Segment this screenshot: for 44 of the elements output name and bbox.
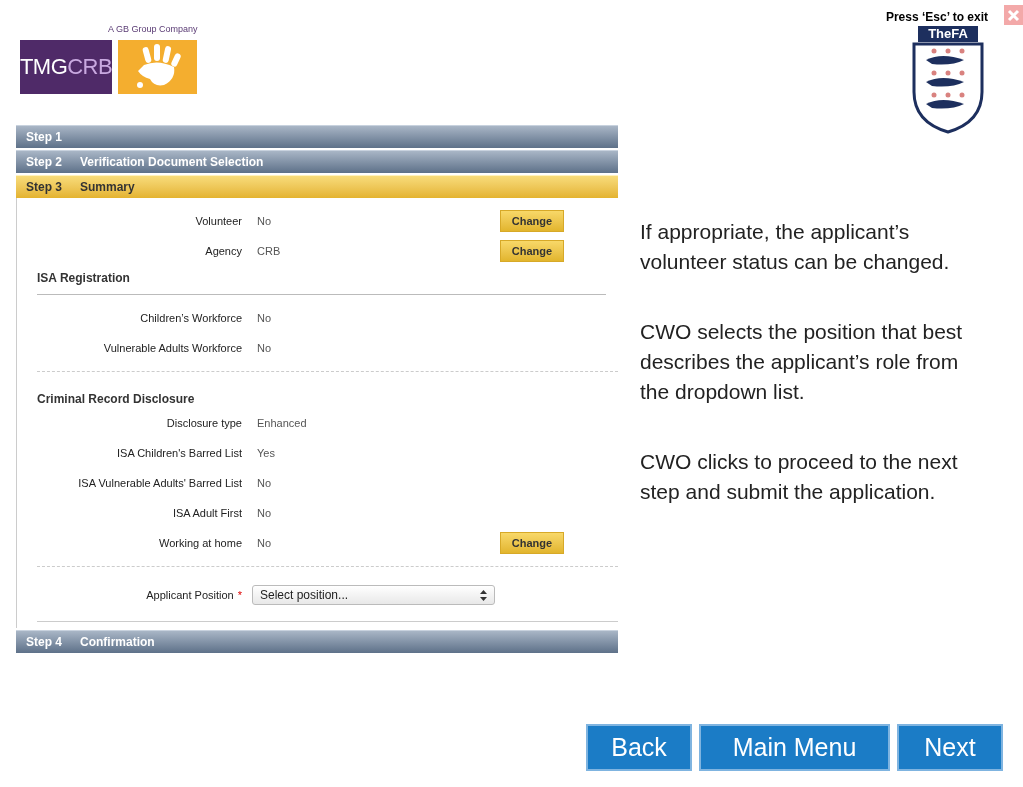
field-label: ISA Vulnerable Adults' Barred List — [77, 475, 242, 491]
exit-hint: Press ‘Esc’ to exit — [885, 9, 988, 26]
field-label: Agency — [204, 243, 242, 259]
field-label: Applicant Position — [146, 587, 234, 603]
position-dropdown[interactable]: Select position... — [252, 585, 495, 605]
tagline: A GB Group Company — [108, 23, 198, 36]
required-mark: * — [237, 587, 242, 603]
field-value: Yes — [257, 445, 276, 461]
field-label: Children’s Workforce — [139, 310, 242, 326]
step-header[interactable]: Step 2 Verification Document Selection — [16, 150, 618, 173]
nav-button[interactable]: Back — [586, 724, 692, 771]
field-label: ISA Children's Barred List — [116, 445, 242, 461]
field-label: ISA Adult First — [171, 505, 242, 521]
field-label: Working at home — [158, 535, 242, 551]
shield-crest-icon — [912, 42, 984, 134]
close-button[interactable] — [1004, 5, 1023, 25]
field-label: Volunteer — [194, 213, 242, 229]
instruction-text: If appropriate, the applicant’s volunteer status can be changed. — [640, 219, 951, 275]
nav-button[interactable]: Next — [897, 724, 1003, 771]
step-header[interactable]: Step 1 — [16, 125, 618, 148]
step-header[interactable]: Step 3 Summary — [16, 175, 618, 198]
field-value: No — [257, 535, 273, 551]
field-value: No — [257, 310, 273, 326]
field-value: No — [257, 505, 273, 521]
field-label: Disclosure type — [165, 415, 242, 431]
step-header[interactable]: Step 4 Confirmation — [16, 630, 618, 653]
logo-wordmark: TMGCRB — [20, 39, 112, 94]
section-heading: ISA Registration — [37, 266, 606, 295]
field-value: No — [257, 213, 273, 229]
updown-arrows-icon — [480, 589, 487, 601]
instruction-text: CWO selects the position that best describes the applicant’s role from the dropdown list. — [640, 319, 964, 405]
nav-button[interactable]: Main Menu — [699, 724, 890, 771]
crest-title: TheFA — [918, 26, 978, 42]
change-button[interactable]: Change — [500, 210, 564, 232]
change-button[interactable]: Change — [500, 240, 564, 262]
close-icon — [1007, 8, 1020, 22]
field-label: Vulnerable Adults Workforce — [102, 340, 242, 356]
instruction-text: CWO clicks to proceed to the next step and submit the application. — [640, 449, 959, 505]
change-button[interactable]: Change — [500, 532, 564, 554]
field-value: No — [257, 340, 273, 356]
field-value: CRB — [257, 243, 282, 259]
section-heading: Criminal Record Disclosure — [37, 391, 196, 408]
field-value: No — [257, 475, 273, 491]
field-value: Enhanced — [257, 415, 308, 431]
